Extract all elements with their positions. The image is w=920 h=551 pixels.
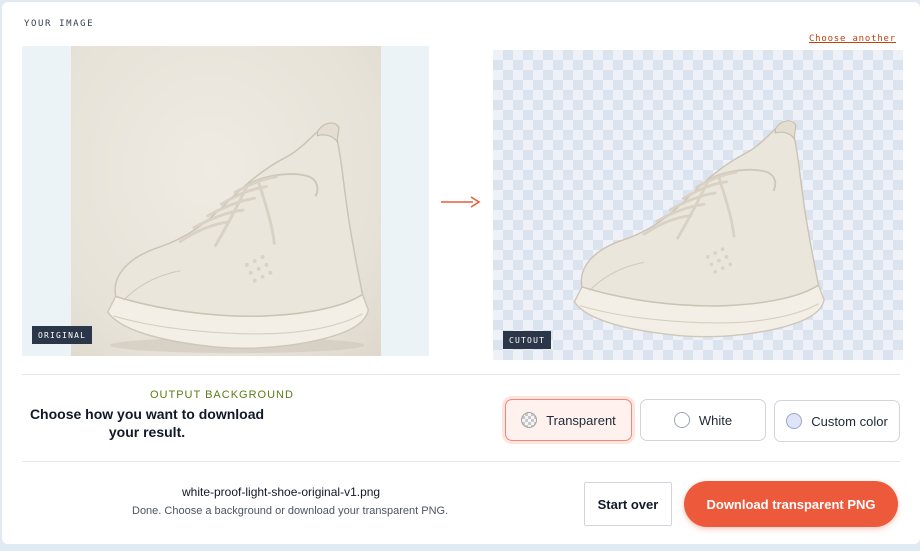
option-label: White [698, 412, 733, 428]
section-title: YOUR IMAGE [24, 19, 95, 29]
white-swatch-icon [673, 412, 690, 428]
checkerboard-swatch-icon [521, 412, 538, 428]
option-label: Custom color [811, 413, 888, 429]
divider [22, 374, 900, 375]
original-badge: ORIGINAL [32, 326, 93, 344]
arrow-right-icon [441, 196, 481, 208]
result-card: YOUR IMAGE Choose another ORIGINAL CUTOU… [2, 2, 920, 544]
original-shoe-image [106, 121, 370, 354]
divider [22, 461, 900, 462]
file-name: white-proof-light-shoe-original-v1.png [182, 485, 381, 499]
option-white[interactable]: White [640, 399, 766, 441]
start-over-button[interactable]: Start over [584, 482, 672, 526]
status-message: Done. Choose a background or download yo… [132, 505, 449, 517]
custom-color-swatch-icon [786, 413, 803, 429]
download-button[interactable]: Download transparent PNG [684, 481, 898, 527]
output-background-label: OUTPUT BACKGROUND [150, 389, 294, 401]
original-image-panel: ORIGINAL [22, 46, 429, 356]
cutout-image-panel: CUTOUT [493, 50, 903, 360]
choose-another-link[interactable]: Choose another [809, 34, 896, 44]
output-background-description: Choose how you want to download your res… [29, 406, 265, 440]
cutout-shoe-image [572, 119, 826, 339]
option-label: Transparent [546, 412, 616, 428]
option-custom-color[interactable]: Custom color [774, 400, 900, 442]
cutout-badge: CUTOUT [503, 331, 552, 349]
option-transparent[interactable]: Transparent [505, 399, 632, 441]
